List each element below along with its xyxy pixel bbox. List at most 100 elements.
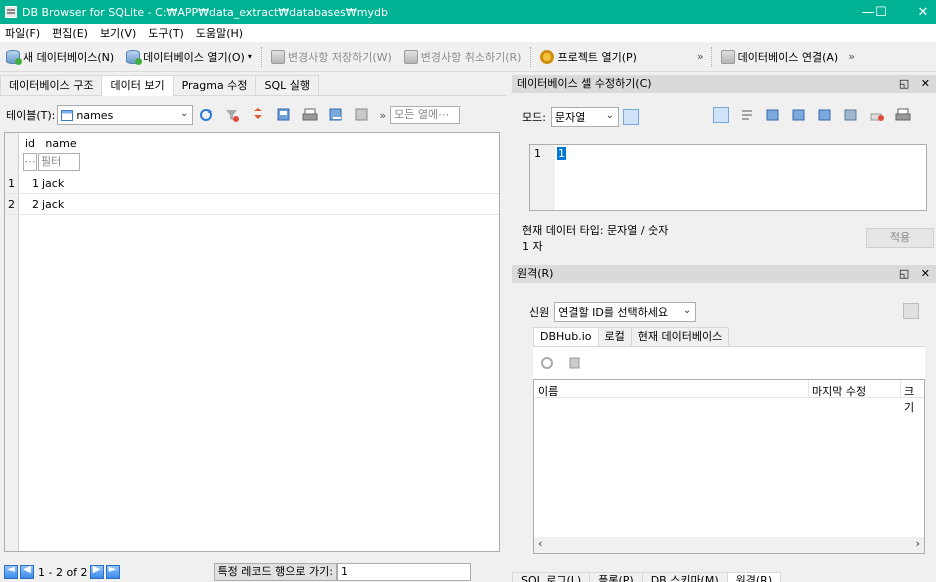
filter-name-input[interactable]: 필터 — [38, 153, 80, 171]
data-grid[interactable]: id name ⋯ 필터 1 1 jack 2 2 jack — [4, 132, 500, 552]
identity-settings-icon[interactable] — [903, 303, 919, 319]
column-header-name[interactable]: 이름 — [538, 383, 558, 399]
print-cell-icon[interactable] — [895, 107, 911, 123]
tab-sql-log[interactable]: SQL 로그(L) — [512, 572, 591, 582]
toolbar-separator — [260, 46, 262, 67]
previous-record-button[interactable]: ◀ — [20, 564, 34, 579]
dock-float-close-icons[interactable]: ◱ ✕ — [899, 265, 934, 283]
clear-icon[interactable] — [869, 107, 885, 123]
toolbar-separator — [710, 46, 712, 67]
table-select[interactable]: names ⌄ — [57, 105, 194, 125]
close-button[interactable]: ✕ — [900, 0, 936, 24]
auto-switch-mode-icon[interactable] — [622, 109, 639, 125]
clear-filters-icon[interactable] — [224, 107, 240, 123]
revert-changes-button[interactable]: 변경사항 취소하기(R) — [398, 45, 528, 69]
sort-icon[interactable] — [250, 107, 266, 123]
save-table-icon[interactable] — [276, 107, 292, 123]
table-label: 테이블(T): — [6, 109, 56, 122]
menu-help[interactable]: 도움말(H) — [191, 25, 250, 41]
scroll-right-icon[interactable]: › — [916, 537, 920, 550]
identity-select-value: 연결할 ID를 선택하세요 — [558, 306, 669, 319]
column-header-last-modified[interactable]: 마지막 수정 — [812, 383, 866, 399]
new-database-button[interactable]: 새 데이터베이스(N) — [0, 45, 120, 69]
write-changes-button[interactable]: 변경사항 저장하기(W) — [265, 45, 398, 69]
window-title: DB Browser for SQLite - C:₩APP₩data_extr… — [22, 5, 388, 19]
identity-select[interactable]: 연결할 ID를 선택하세요 ⌄ — [554, 302, 697, 322]
word-wrap-icon[interactable] — [713, 107, 729, 123]
tab-local[interactable]: 로컬 — [597, 327, 632, 346]
clone-database-icon[interactable] — [567, 355, 583, 371]
tab-dbhub[interactable]: DBHub.io — [533, 327, 599, 346]
tab-browse-data[interactable]: 데이터 보기 — [101, 75, 174, 96]
tab-remote[interactable]: 원격(R) — [726, 572, 782, 582]
insert-record-icon[interactable] — [328, 107, 344, 123]
remote-title: 원격(R) — [517, 267, 554, 280]
edit-cell-title: 데이터베이스 셀 수정하기(C) — [517, 77, 652, 90]
tab-edit-pragmas[interactable]: Pragma 수정 — [172, 75, 257, 95]
refresh-icon[interactable] — [198, 107, 214, 123]
remote-file-list[interactable]: 이름 마지막 수정 크기 ‹ › — [533, 379, 925, 554]
last-record-button[interactable]: ► — [105, 564, 120, 579]
image-icon[interactable] — [843, 107, 859, 123]
table-row[interactable]: 2 2 jack — [5, 195, 499, 215]
filter-id-input[interactable]: ⋯ — [23, 153, 37, 171]
menu-file[interactable]: 파일(F) — [0, 25, 47, 41]
scroll-left-icon[interactable]: ‹ — [538, 537, 542, 550]
filter-all-columns-input[interactable]: 모든 열에⋯ — [390, 106, 461, 124]
export-icon[interactable] — [791, 107, 807, 123]
tab-current-database[interactable]: 현재 데이터베이스 — [630, 327, 730, 346]
set-null-icon[interactable] — [817, 107, 833, 123]
attach-database-button[interactable]: 데이터베이스 연결(A) — [715, 45, 845, 69]
cell-editor-text[interactable]: 1 — [557, 147, 566, 160]
refresh-icon[interactable] — [539, 355, 555, 371]
revert-changes-label: 변경사항 취소하기(R) — [420, 50, 522, 64]
tab-db-schema[interactable]: DB 스키마(M) — [641, 572, 728, 582]
open-database-button[interactable]: 데이터베이스 열기(O) ▾ — [120, 45, 258, 69]
cell-name[interactable]: jack — [42, 195, 64, 215]
browse-toolbar-overflow[interactable]: » — [375, 109, 390, 122]
menu-edit[interactable]: 편집(E) — [47, 25, 95, 41]
cell-name[interactable]: jack — [42, 174, 64, 194]
toolbar-overflow-button[interactable]: » — [693, 50, 708, 63]
next-record-button[interactable]: ▶ — [89, 564, 104, 579]
tab-plot[interactable]: 플롯(P) — [589, 572, 643, 582]
menu-view[interactable]: 보기(V) — [95, 25, 143, 41]
delete-record-icon[interactable] — [354, 107, 370, 123]
text-format-icon[interactable] — [739, 107, 755, 123]
tab-database-structure[interactable]: 데이터베이스 구조 — [0, 75, 103, 95]
main-tabs: 데이터베이스 구조 데이터 보기 Pragma 수정 SQL 실행 — [0, 75, 319, 96]
column-header-name[interactable]: name — [41, 134, 81, 154]
apply-button[interactable]: 적용 — [866, 228, 934, 248]
first-record-button[interactable]: ◄ — [4, 564, 18, 579]
identity-label: 신원 — [529, 306, 550, 319]
import-icon[interactable] — [765, 107, 781, 123]
column-header-id[interactable]: id — [19, 134, 41, 154]
menu-tools[interactable]: 도구(T) — [143, 25, 191, 41]
cell-editor[interactable]: 1 1 — [529, 144, 927, 211]
new-database-icon — [6, 49, 22, 65]
row-number: 2 — [8, 198, 15, 211]
revert-icon — [403, 49, 418, 64]
mode-row: 모드: 문자열 ⌄ — [522, 107, 644, 127]
cell-id[interactable]: 1 — [19, 174, 39, 194]
chevron-down-icon: ⌄ — [682, 305, 692, 316]
attach-database-icon — [720, 49, 735, 64]
mode-select[interactable]: 문자열 ⌄ — [550, 107, 619, 127]
dropdown-arrow-icon[interactable]: ▾ — [248, 52, 252, 61]
goto-record-button[interactable]: 특정 레코드 행으로 가기: — [213, 563, 337, 581]
open-project-button[interactable]: 프로젝트 열기(P) — [534, 45, 642, 69]
column-header-size[interactable]: 크기 — [904, 383, 924, 415]
goto-record-input[interactable]: 1 — [336, 563, 471, 581]
print-icon[interactable] — [302, 107, 318, 123]
edit-cell-dock-header: 데이터베이스 셀 수정하기(C) ◱ ✕ — [512, 75, 936, 93]
dock-float-close-icons[interactable]: ◱ ✕ — [899, 75, 934, 93]
toolbar-overflow-button-2[interactable]: » — [844, 50, 859, 63]
horizontal-scrollbar[interactable]: ‹ › — [534, 537, 924, 553]
save-icon — [270, 49, 285, 64]
data-size-info: 1 자 — [522, 240, 543, 253]
maximize-button[interactable]: ☐ — [858, 0, 904, 24]
tab-execute-sql[interactable]: SQL 실행 — [255, 75, 319, 95]
table-row[interactable]: 1 1 jack — [5, 174, 499, 194]
table-select-value: names — [76, 108, 114, 122]
cell-id[interactable]: 2 — [19, 195, 39, 215]
